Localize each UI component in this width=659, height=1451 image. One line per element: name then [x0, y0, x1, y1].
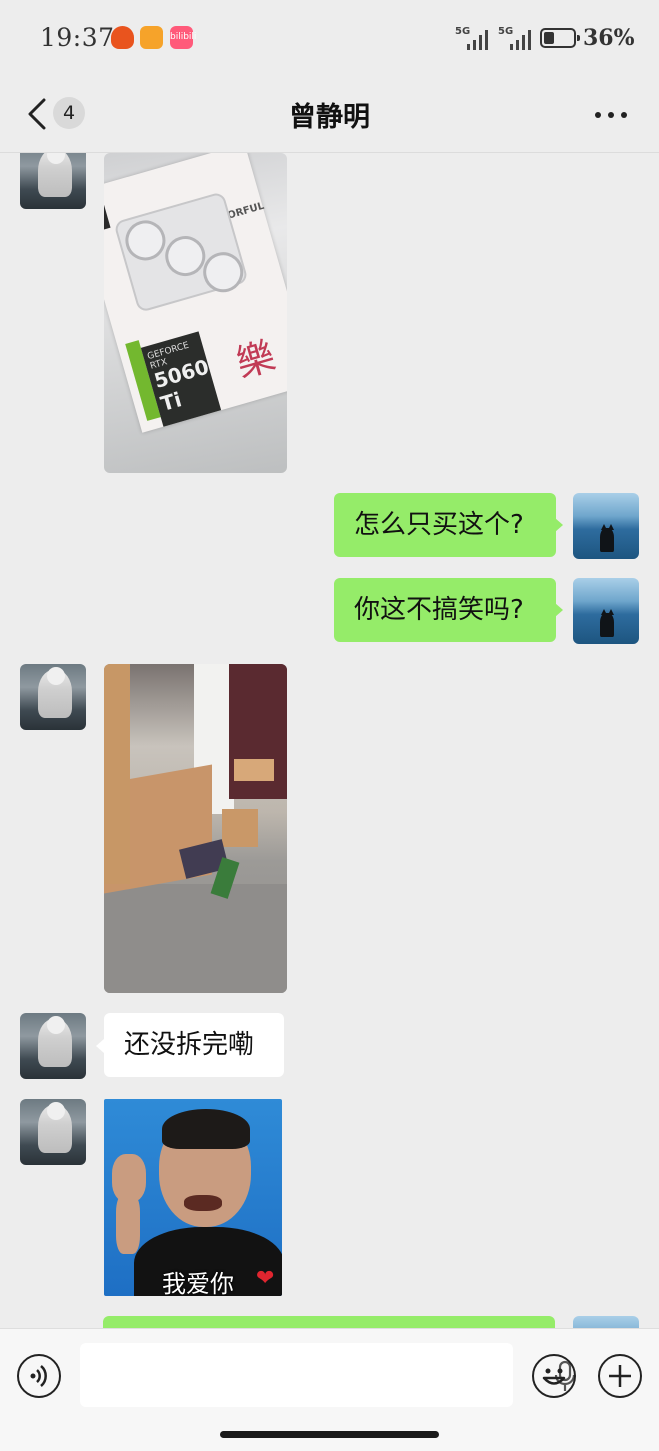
message-text: 怎么只买这个? [354, 510, 524, 540]
battery-icon [540, 28, 580, 48]
plus-icon [609, 1365, 631, 1387]
received-message-bubble[interactable]: 还没拆完嘞 [104, 1013, 284, 1077]
more-functions-button[interactable] [598, 1354, 642, 1398]
chat-title: 曾静明 [289, 102, 370, 133]
sticker-caption: 我爱你 [162, 1270, 234, 1296]
message-text: 还没拆完嘞 [124, 1030, 255, 1060]
message-text-input[interactable] [80, 1343, 576, 1407]
unboxing-room-photo[interactable] [104, 664, 287, 993]
voice-icon [30, 1365, 47, 1387]
bilibili-icon: bilibili [170, 26, 196, 49]
signal-icon-sim1: 5G [455, 26, 491, 50]
my-avatar[interactable] [573, 1316, 639, 1328]
mango-tv-icon [111, 26, 134, 49]
more-options-icon[interactable] [595, 112, 629, 118]
emoji-button[interactable] [532, 1354, 576, 1398]
voice-input-button[interactable] [17, 1354, 61, 1398]
sent-message-bubble[interactable] [103, 1316, 555, 1328]
sent-message-bubble[interactable]: 怎么只买这个? [334, 493, 556, 557]
home-indicator[interactable] [220, 1431, 439, 1438]
game-icon [140, 26, 163, 49]
battery-fill [544, 32, 554, 44]
my-avatar[interactable] [573, 578, 639, 644]
status-bar: 19:37 bilibili 5G 5G 36% [0, 0, 659, 78]
contact-avatar[interactable] [20, 1099, 86, 1165]
signal-icon-sim2: 5G [498, 26, 534, 50]
gpu-box-photo[interactable]: 1E COLORFUL GEFORCE RTX 5060 Ti 樂 [104, 153, 287, 473]
chat-message-list[interactable]: 1E COLORFUL GEFORCE RTX 5060 Ti 樂 怎么只买这个… [0, 153, 659, 1328]
contact-avatar[interactable] [20, 664, 86, 730]
sent-message-bubble[interactable]: 你这不搞笑吗? [334, 578, 556, 642]
battery-percent: 36% [583, 25, 635, 51]
heart-icon: ❤ [256, 1266, 275, 1291]
contact-avatar[interactable] [20, 153, 86, 209]
sticker-image[interactable]: 我爱你 ❤ [104, 1099, 282, 1296]
message-text: 你这不搞笑吗? [354, 595, 524, 625]
contact-avatar[interactable] [20, 1013, 86, 1079]
status-time: 19:37 [40, 23, 115, 52]
my-avatar[interactable] [573, 493, 639, 559]
smiley-icon [542, 1368, 566, 1385]
chat-header: 4 曾静明 [0, 78, 659, 153]
message-input-bar [0, 1328, 659, 1451]
